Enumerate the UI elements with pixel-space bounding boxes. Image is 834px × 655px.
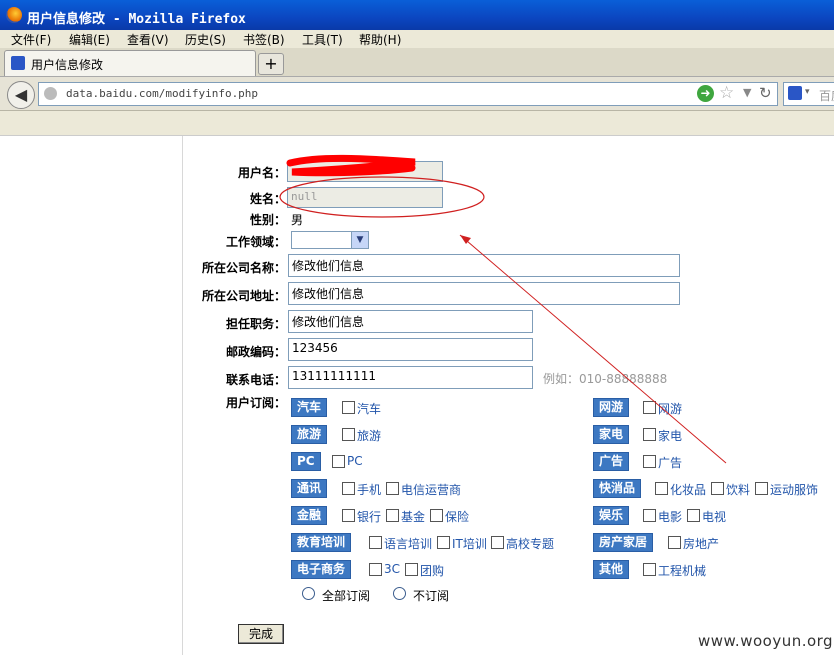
highlight-ellipse (279, 176, 485, 218)
annotation-arrow-line (459, 234, 727, 464)
redaction-scribble (286, 154, 416, 177)
annotation-overlay (279, 154, 727, 464)
